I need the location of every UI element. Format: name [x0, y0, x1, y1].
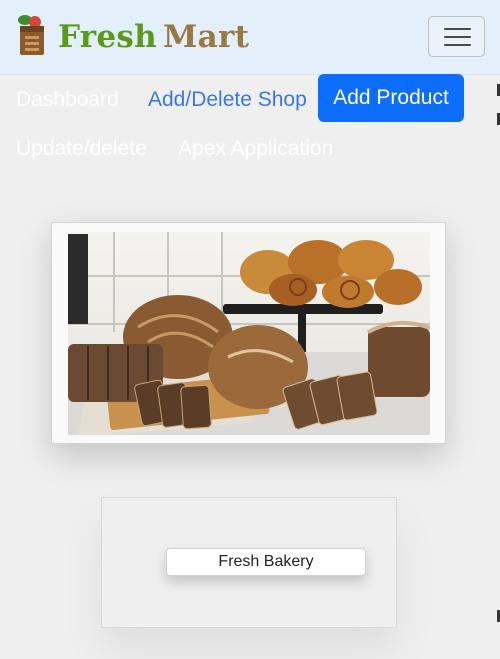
- nav-link-apex-application[interactable]: Apex Application: [178, 135, 333, 163]
- nav-link-add-product[interactable]: Add Product: [318, 74, 464, 122]
- shop-name-button[interactable]: Fresh Bakery: [166, 548, 366, 576]
- shop-card[interactable]: [51, 222, 446, 444]
- nav-link-dashboard[interactable]: Dashboard: [16, 86, 119, 114]
- hamburger-menu-icon: [444, 28, 471, 30]
- hamburger-menu-icon-bar: [444, 36, 471, 38]
- menu-toggle-button[interactable]: [428, 16, 485, 57]
- bakery-bread-photo: [68, 232, 430, 435]
- brand-word-fresh: Fresh: [58, 19, 158, 55]
- hamburger-menu-icon-bar: [444, 44, 471, 46]
- nav-link-update-delete[interactable]: Update/delete: [16, 135, 147, 163]
- navbar: Fresh Mart: [0, 0, 500, 75]
- brand-word-mart: Mart: [163, 19, 250, 55]
- shop-bag-icon[interactable]: [16, 13, 48, 57]
- brand-name[interactable]: Fresh Mart: [58, 17, 249, 57]
- nav-link-add-delete-shop[interactable]: Add/Delete Shop: [148, 86, 307, 114]
